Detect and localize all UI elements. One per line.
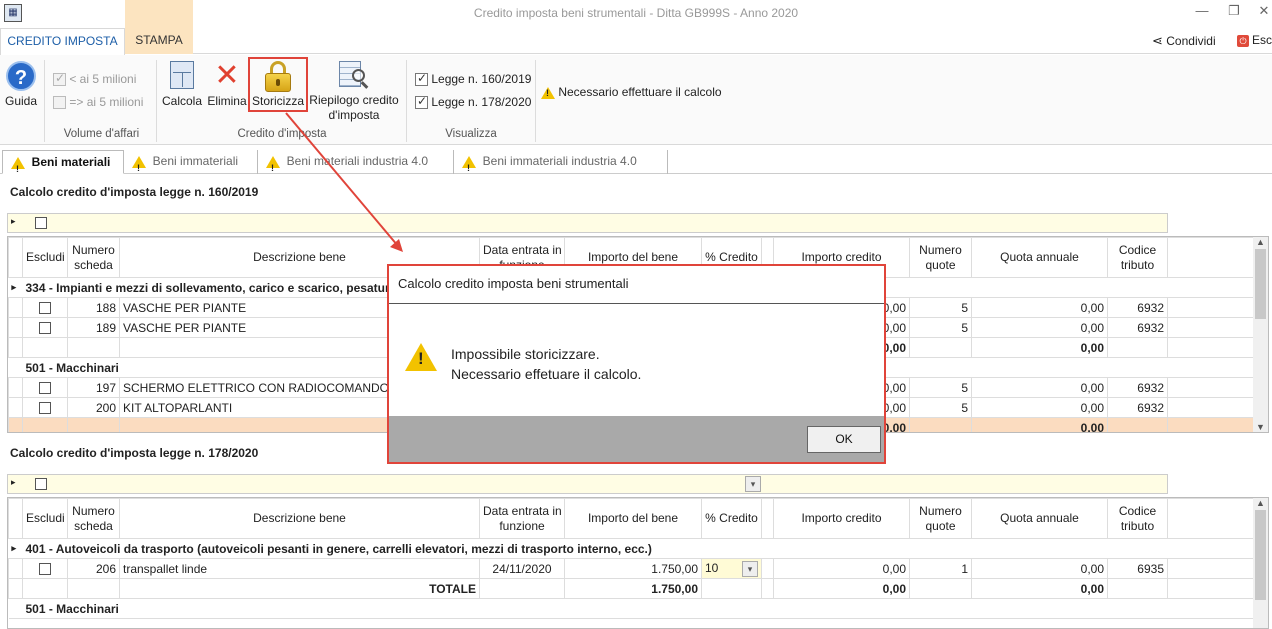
dialog-title: Calcolo credito imposta beni strumentali: [389, 266, 884, 304]
warning-icon: [405, 343, 437, 371]
ok-button[interactable]: OK: [807, 426, 881, 453]
dialog-message-line1: Impossibile storicizzare.: [451, 346, 600, 362]
error-dialog: Calcolo credito imposta beni strumentali…: [387, 264, 886, 464]
dialog-message-line2: Necessario effetuare il calcolo.: [451, 366, 642, 382]
